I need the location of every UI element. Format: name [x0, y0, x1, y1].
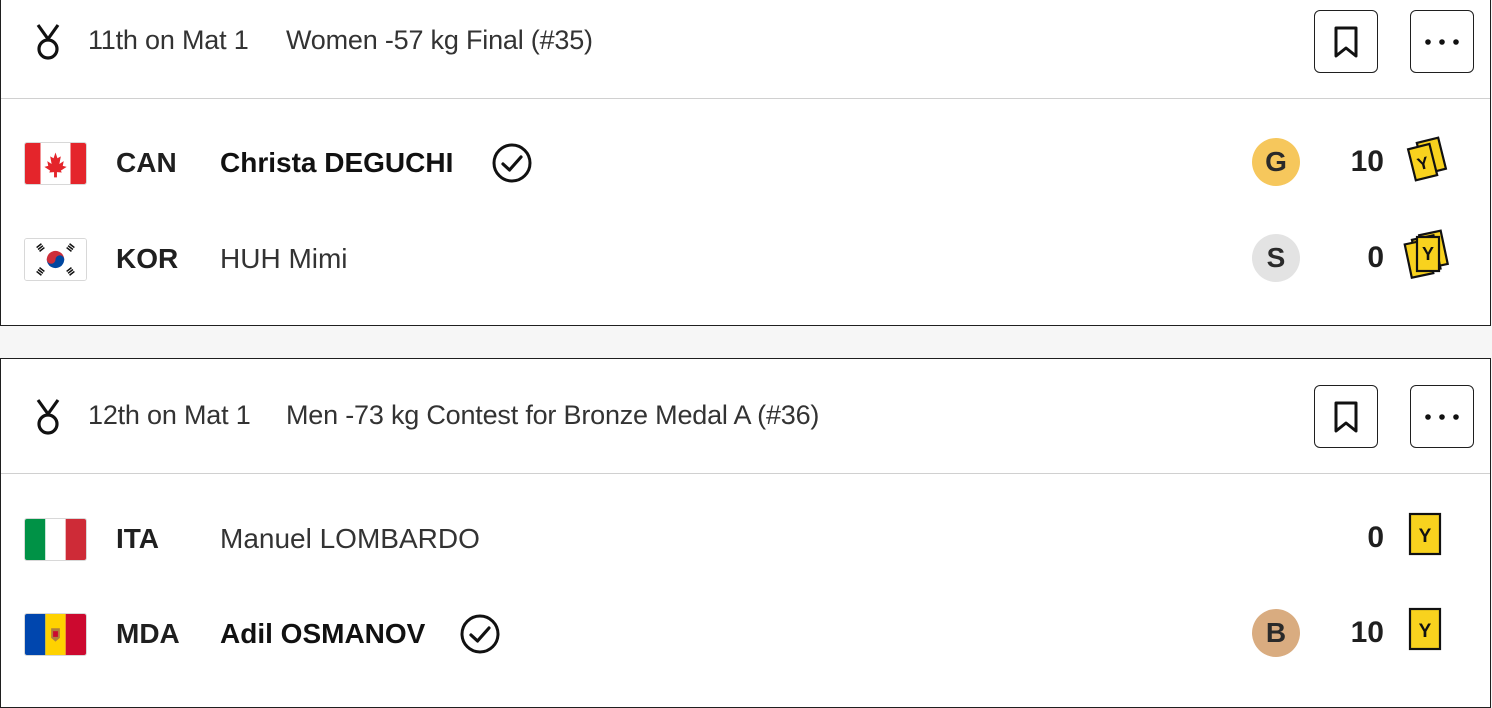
flag-mda	[24, 613, 87, 656]
svg-text:Y: Y	[1422, 244, 1434, 264]
score: 10	[1350, 616, 1384, 649]
bookmark-icon	[1334, 26, 1358, 57]
athlete-name[interactable]: Adil OSMANOV	[220, 618, 425, 650]
athlete-row[interactable]: CAN Christa DEGUCHI G 10 Y	[1, 133, 1490, 193]
check-circle-icon	[460, 614, 500, 654]
more-options-icon	[1425, 413, 1459, 420]
contest-position: 12th on Mat 1	[88, 400, 251, 430]
more-options-button[interactable]	[1410, 10, 1474, 73]
bookmark-icon	[1334, 401, 1358, 432]
score: 10	[1350, 145, 1384, 178]
country-code: ITA	[116, 523, 160, 554]
flag-ita	[24, 518, 87, 561]
athlete-row[interactable]: KOR HUH Mimi S 0 Y	[1, 229, 1490, 289]
gold-medal-badge: G	[1252, 138, 1300, 186]
medal-icon	[36, 399, 60, 435]
contest-header: 11th on Mat 1 Women -57 kg Final (#35)	[1, 0, 1490, 99]
more-options-button[interactable]	[1410, 385, 1474, 448]
penalty-card-icon: Y	[1408, 512, 1442, 556]
contest-title[interactable]: Men -73 kg Contest for Bronze Medal A (#…	[286, 400, 819, 431]
score: 0	[1367, 241, 1384, 274]
contest-header: 12th on Mat 1 Men -73 kg Contest for Bro…	[1, 359, 1490, 474]
score: 0	[1367, 521, 1384, 554]
svg-text:Y: Y	[1419, 621, 1432, 642]
medal-icon	[36, 24, 60, 60]
contest-position: 11th on Mat 1	[88, 25, 249, 55]
country-code: MDA	[116, 618, 180, 649]
bronze-medal-badge: B	[1252, 609, 1300, 657]
more-options-icon	[1425, 38, 1459, 45]
athlete-name[interactable]: Manuel LOMBARDO	[220, 523, 480, 555]
penalty-cards-icon: Y	[1403, 229, 1450, 280]
athlete-name[interactable]: HUH Mimi	[220, 243, 348, 275]
athlete-name[interactable]: Christa DEGUCHI	[220, 147, 453, 179]
flag-kor	[24, 238, 87, 281]
contest-title[interactable]: Women -57 kg Final (#35)	[286, 25, 593, 56]
check-circle-icon	[492, 143, 532, 183]
bookmark-button[interactable]	[1314, 10, 1378, 73]
penalty-cards-icon: Y	[1406, 136, 1448, 182]
penalty-card-icon: Y	[1408, 607, 1442, 651]
contest-card: 11th on Mat 1 Women -57 kg Final (#35) C…	[0, 0, 1491, 326]
svg-text:Y: Y	[1419, 526, 1432, 547]
contest-card: 12th on Mat 1 Men -73 kg Contest for Bro…	[0, 358, 1491, 708]
flag-can	[24, 142, 87, 185]
bookmark-button[interactable]	[1314, 385, 1378, 448]
country-code: KOR	[116, 243, 179, 274]
country-code: CAN	[116, 147, 177, 178]
silver-medal-badge: S	[1252, 234, 1300, 282]
athlete-row[interactable]: MDA Adil OSMANOV B 10 Y	[1, 604, 1490, 664]
athlete-row[interactable]: ITA Manuel LOMBARDO 0 Y	[1, 509, 1490, 569]
